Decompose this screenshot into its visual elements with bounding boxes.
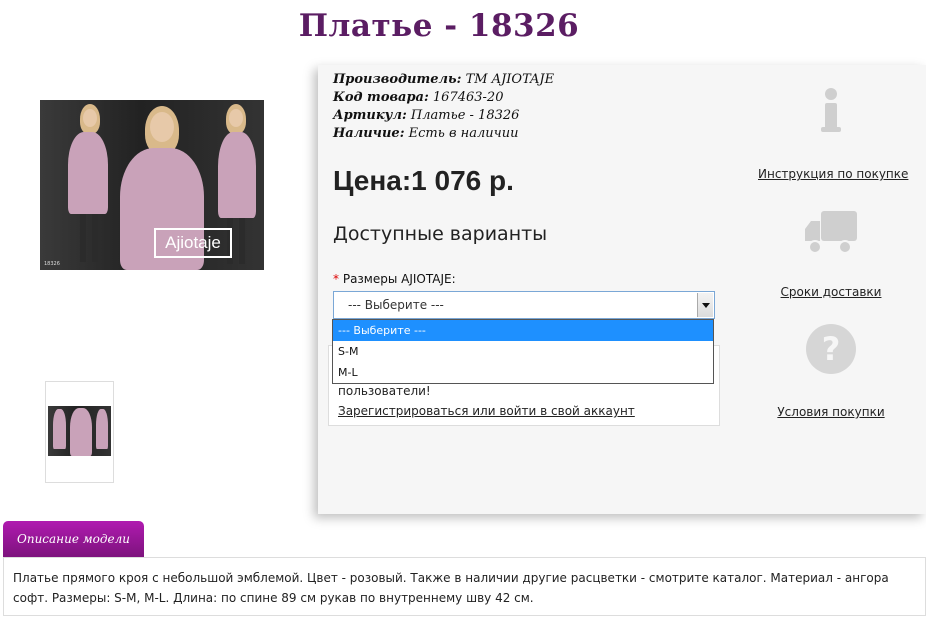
- size-select[interactable]: --- Выберите ---: [333, 291, 715, 319]
- meta-code: Код товара: 167463-20: [333, 90, 504, 105]
- page-title: Платье - 18326: [298, 8, 580, 44]
- instructions-block: Инструкция по покупке: [758, 87, 908, 181]
- login-notice-text: пользователи!: [338, 384, 431, 398]
- terms-link[interactable]: Условия покупки: [758, 405, 904, 419]
- question-icon: ?: [806, 324, 856, 374]
- meta-article: Артикул: Платье - 18326: [333, 108, 520, 123]
- meta-manufacturer: Производитель: ТМ AJIOTAJE: [333, 72, 555, 87]
- product-main-image[interactable]: Ajiotaje 18326: [40, 100, 264, 270]
- description-box: Платье прямого кроя с небольшой эмблемой…: [3, 557, 926, 616]
- register-login-link[interactable]: Зарегистрироваться или войти в свой акка…: [338, 404, 635, 418]
- required-mark: *: [333, 272, 339, 286]
- product-thumbnail[interactable]: [45, 381, 114, 483]
- size-dropdown-list: --- Выберите --- S-M M-L: [332, 319, 714, 384]
- brand-watermark: Ajiotaje: [154, 228, 232, 258]
- product-info-panel: Производитель: ТМ AJIOTAJE Код товара: 1…: [318, 65, 926, 514]
- size-option-s-m[interactable]: S-M: [333, 341, 713, 362]
- description-text: Платье прямого кроя с небольшой эмблемой…: [13, 571, 889, 605]
- product-price: Цена:1 076 р.: [333, 165, 514, 196]
- terms-block: ? Условия покупки: [758, 323, 904, 419]
- info-icon: [821, 88, 841, 132]
- delivery-link[interactable]: Сроки доставки: [758, 285, 904, 299]
- size-label: * Размеры AJIOTAJE:: [333, 272, 456, 286]
- product-meta: Производитель: ТМ AJIOTAJE Код товара: 1…: [333, 71, 554, 143]
- image-code-mark: 18326: [44, 261, 60, 267]
- truck-icon: [805, 211, 857, 254]
- thumbnail-image: [48, 406, 111, 456]
- chevron-down-icon[interactable]: [697, 293, 713, 317]
- model-figure-left: [62, 104, 118, 270]
- tab-description[interactable]: Описание модели: [3, 521, 144, 557]
- size-select-value: --- Выберите ---: [348, 298, 444, 312]
- size-option-placeholder[interactable]: --- Выберите ---: [333, 320, 713, 341]
- instructions-link[interactable]: Инструкция по покупке: [758, 167, 908, 181]
- variants-heading: Доступные варианты: [333, 223, 548, 245]
- svg-text:?: ?: [822, 330, 841, 368]
- delivery-block: Сроки доставки: [758, 209, 904, 299]
- meta-availability: Наличие: Есть в наличии: [333, 126, 519, 141]
- size-option-m-l[interactable]: M-L: [333, 362, 713, 383]
